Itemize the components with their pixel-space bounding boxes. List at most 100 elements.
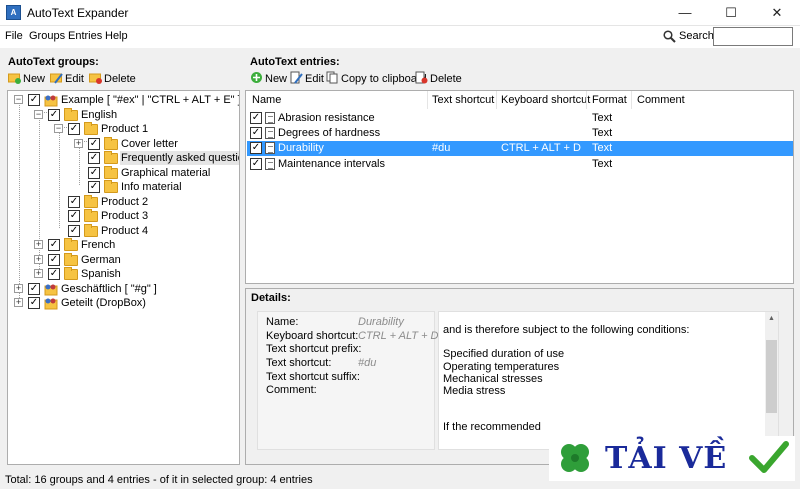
checkbox[interactable]: ✓ bbox=[250, 112, 262, 124]
menu-help[interactable]: Help bbox=[105, 30, 128, 42]
tree-node-spanish[interactable]: + ✓ Spanish bbox=[8, 267, 238, 281]
tree-node-product-4[interactable]: ✓ Product 4 bbox=[8, 224, 238, 238]
tree-node-example[interactable]: − ✓ Example [ "#ex" | "CTRL + ALT + E" ] bbox=[8, 93, 239, 107]
checkbox[interactable]: ✓ bbox=[28, 94, 40, 106]
tree-node-graphical-material[interactable]: ✓ Graphical material bbox=[8, 166, 238, 180]
tree-node-geteilt[interactable]: + ✓ Geteilt (DropBox) bbox=[8, 296, 238, 310]
content-line: Specified duration of use bbox=[443, 348, 565, 360]
maximize-button[interactable]: ☐ bbox=[708, 0, 754, 26]
title-bar: A AutoText Expander — ☐ ✕ bbox=[0, 0, 800, 26]
collapse-toggle[interactable]: − bbox=[54, 124, 63, 133]
tree-node-info-material[interactable]: ✓ Info material bbox=[8, 180, 238, 194]
copy-to-clipboard-button[interactable]: Copy to clipboard bbox=[326, 71, 427, 87]
entry-name: Durability bbox=[278, 142, 324, 154]
tree-node-german[interactable]: + ✓ German bbox=[8, 253, 238, 267]
entry-row[interactable]: ✓ Degrees of hardness Text bbox=[247, 126, 793, 141]
copy-icon bbox=[326, 71, 338, 84]
tree-node-label: English bbox=[81, 109, 118, 121]
checkbox[interactable]: ✓ bbox=[68, 225, 80, 237]
new-entry-label: New bbox=[265, 73, 288, 85]
new-group-button[interactable]: New bbox=[8, 71, 45, 87]
checkbox[interactable]: ✓ bbox=[88, 152, 100, 164]
new-folder-icon bbox=[8, 73, 21, 84]
folder-icon bbox=[104, 137, 118, 150]
app-icon: A bbox=[6, 5, 21, 20]
checkbox[interactable]: ✓ bbox=[48, 268, 60, 280]
new-entry-button[interactable]: New bbox=[250, 71, 287, 87]
folder-icon bbox=[104, 151, 118, 164]
expand-toggle[interactable]: + bbox=[14, 284, 23, 293]
delete-group-button[interactable]: Delete bbox=[89, 71, 136, 87]
expand-toggle[interactable]: + bbox=[14, 298, 23, 307]
expand-toggle[interactable]: + bbox=[34, 269, 43, 278]
checkbox[interactable]: ✓ bbox=[28, 297, 40, 309]
column-header-text-shortcut[interactable]: Text shortcut bbox=[432, 94, 494, 106]
tree-node-label: Spanish bbox=[81, 268, 121, 280]
entry-text-shortcut: #du bbox=[432, 142, 451, 154]
edit-folder-icon bbox=[50, 73, 63, 84]
checkbox[interactable]: ✓ bbox=[48, 109, 60, 121]
checkbox[interactable]: ✓ bbox=[250, 142, 262, 154]
tree-node-label: French bbox=[81, 239, 116, 251]
tree-node-product-1[interactable]: − ✓ Product 1 bbox=[8, 122, 238, 136]
tree-node-product-3[interactable]: ✓ Product 3 bbox=[8, 209, 238, 223]
checkbox[interactable]: ✓ bbox=[48, 239, 60, 251]
tree-node-cover-letter[interactable]: + ✓ Cover letter bbox=[8, 137, 238, 151]
menu-file[interactable]: File bbox=[5, 30, 23, 42]
checkbox[interactable]: ✓ bbox=[88, 181, 100, 193]
tree-node-english[interactable]: − ✓ English bbox=[8, 108, 238, 122]
tree-node-product-2[interactable]: ✓ Product 2 bbox=[8, 195, 238, 209]
scrollbar-thumb[interactable] bbox=[766, 340, 777, 413]
expand-toggle[interactable]: + bbox=[34, 240, 43, 249]
watermark-text: TẢI VỀ bbox=[605, 441, 728, 476]
expand-toggle[interactable]: + bbox=[34, 255, 43, 264]
watermark: TẢI VỀ bbox=[549, 436, 795, 481]
entry-format: Text bbox=[592, 127, 613, 139]
content-line: Mechanical stresses bbox=[443, 373, 543, 385]
menu-groups[interactable]: Groups bbox=[29, 30, 65, 42]
expand-toggle[interactable]: + bbox=[74, 139, 83, 148]
status-bar: Total: 16 groups and 4 entries - of it i… bbox=[5, 474, 313, 486]
column-header-comment[interactable]: Comment bbox=[637, 94, 685, 106]
checkbox[interactable]: ✓ bbox=[28, 283, 40, 295]
detail-text-shortcut-prefix-label: Text shortcut prefix: bbox=[266, 343, 362, 355]
column-separator bbox=[427, 91, 428, 109]
menu-bar: File Groups Entries Help Search: bbox=[0, 26, 800, 48]
column-separator bbox=[586, 91, 587, 109]
tree-node-geschaeftlich[interactable]: + ✓ Geschäftlich [ "#g" ] bbox=[8, 282, 238, 296]
checkbox[interactable]: ✓ bbox=[88, 138, 100, 150]
checkbox[interactable]: ✓ bbox=[68, 196, 80, 208]
close-button[interactable]: ✕ bbox=[754, 0, 800, 26]
checkbox[interactable]: ✓ bbox=[250, 127, 262, 139]
detail-keyboard-shortcut-value: CTRL + ALT + D bbox=[358, 330, 439, 342]
tree-node-french[interactable]: + ✓ French bbox=[8, 238, 238, 252]
checkbox[interactable]: ✓ bbox=[48, 254, 60, 266]
checkbox[interactable]: ✓ bbox=[88, 167, 100, 179]
search-input[interactable] bbox=[713, 27, 793, 46]
entry-row[interactable]: ✓ Abrasion resistance Text bbox=[247, 111, 793, 126]
folder-icon bbox=[84, 195, 98, 208]
checkbox[interactable]: ✓ bbox=[250, 158, 262, 170]
scroll-up-arrow-icon[interactable]: ▲ bbox=[768, 315, 775, 322]
checkbox[interactable]: ✓ bbox=[68, 210, 80, 222]
checkmark-icon bbox=[749, 441, 789, 473]
column-header-name[interactable]: Name bbox=[252, 94, 281, 106]
entry-keyboard-shortcut: CTRL + ALT + D bbox=[501, 142, 581, 154]
minimize-button[interactable]: — bbox=[662, 0, 708, 26]
entry-row[interactable]: ✓ Maintenance intervals Text bbox=[247, 157, 793, 172]
menu-entries[interactable]: Entries bbox=[68, 30, 102, 42]
tree-node-label: Cover letter bbox=[121, 138, 178, 150]
entry-row-selected[interactable]: ✓ Durability #du CTRL + ALT + D Text bbox=[247, 141, 793, 156]
delete-entry-button[interactable]: Delete bbox=[415, 71, 462, 87]
tree-node-label: Frequently asked questions bbox=[120, 151, 239, 165]
edit-entry-button[interactable]: Edit bbox=[290, 71, 324, 87]
tree-node-frequently-asked-questions[interactable]: ✓ Frequently asked questions bbox=[8, 151, 239, 165]
collapse-toggle[interactable]: − bbox=[14, 95, 23, 104]
edit-group-button[interactable]: Edit bbox=[50, 71, 84, 87]
column-header-keyboard-shortcut[interactable]: Keyboard shortcut bbox=[501, 94, 590, 106]
delete-group-label: Delete bbox=[104, 73, 136, 85]
collapse-toggle[interactable]: − bbox=[34, 110, 43, 119]
folder-icon bbox=[64, 108, 78, 121]
column-header-format[interactable]: Format bbox=[592, 94, 627, 106]
checkbox[interactable]: ✓ bbox=[68, 123, 80, 135]
